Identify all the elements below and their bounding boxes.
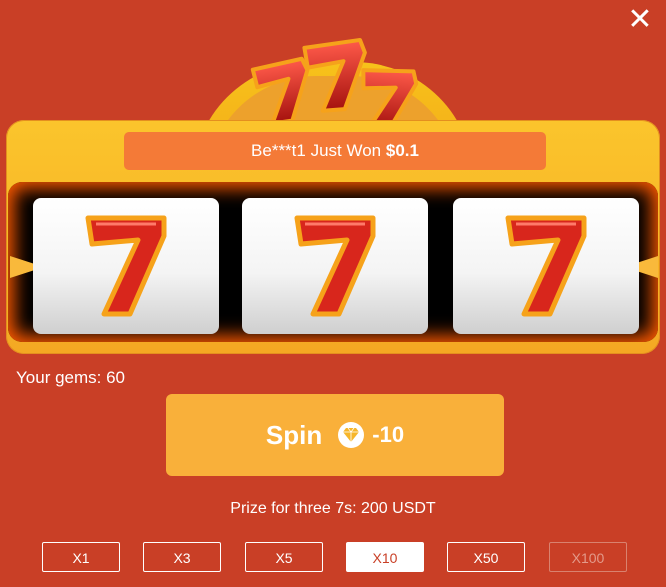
gem-balance: Your gems: 60 bbox=[16, 368, 125, 387]
multiplier-x5-button[interactable]: X5 bbox=[245, 542, 323, 572]
spin-cost: -10 bbox=[372, 422, 405, 447]
multiplier-x3-button[interactable]: X3 bbox=[143, 542, 221, 572]
winner-amount: $0.1 bbox=[385, 141, 419, 160]
reel-2 bbox=[242, 198, 428, 334]
gem-icon bbox=[338, 422, 365, 448]
multiplier-x50-button[interactable]: X50 bbox=[447, 542, 525, 572]
multiplier-selector: X1 X3 X5 X10 X50 X100 bbox=[0, 542, 666, 574]
reel-1 bbox=[33, 198, 219, 334]
seven-symbol-icon bbox=[85, 215, 167, 317]
spin-label: Spin bbox=[265, 419, 323, 450]
prize-info: Prize for three 7s: 200 USDT bbox=[230, 500, 436, 517]
winner-text: Be***t1 Just Won bbox=[251, 141, 386, 160]
seven-symbol-icon bbox=[294, 215, 376, 317]
recent-winner-banner: Be***t1 Just Won $0.1 bbox=[124, 132, 546, 170]
multiplier-x10-button[interactable]: X10 bbox=[346, 542, 424, 572]
spin-button[interactable]: Spin -10 bbox=[166, 394, 504, 476]
multiplier-x1-button[interactable]: X1 bbox=[42, 542, 120, 572]
close-icon[interactable]: ✕ bbox=[626, 5, 654, 35]
reel-3 bbox=[453, 198, 639, 334]
seven-symbol-icon bbox=[505, 215, 587, 317]
multiplier-x100-button[interactable]: X100 bbox=[549, 542, 627, 572]
